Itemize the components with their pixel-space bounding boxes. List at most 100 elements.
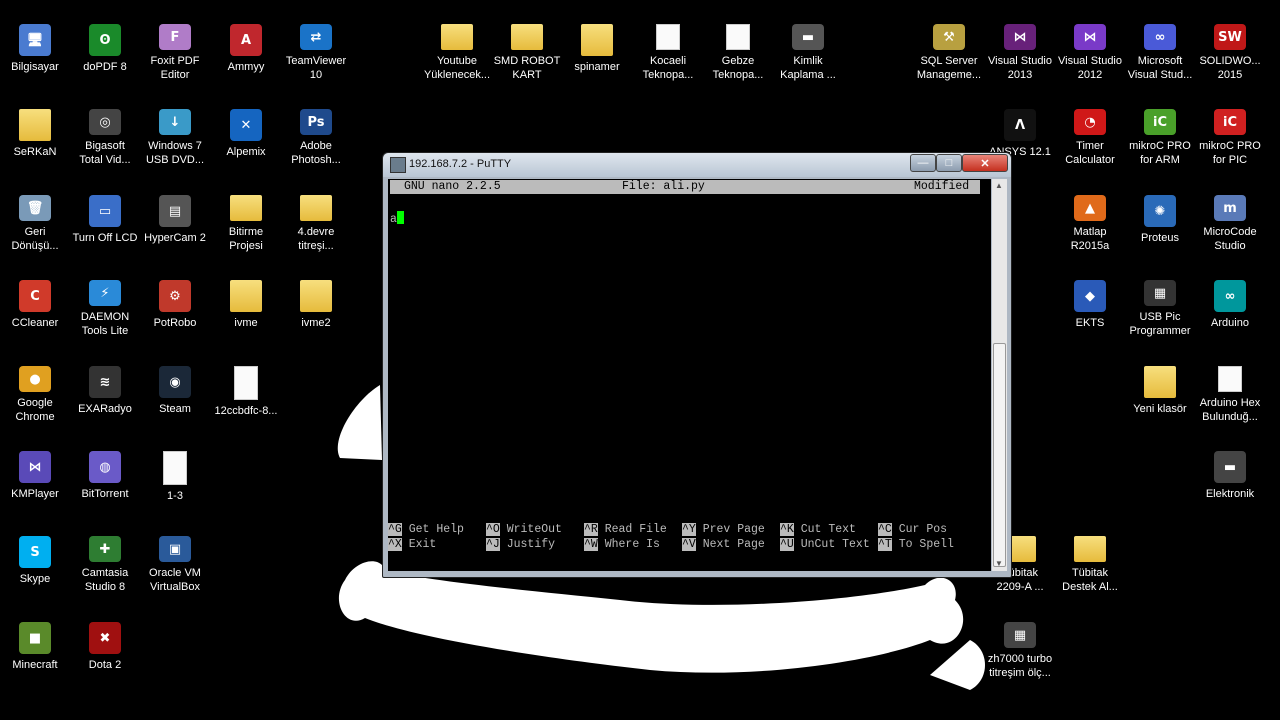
desktop-icon[interactable]: 🖥 Bilgisayar xyxy=(0,0,70,82)
desktop-icon[interactable]: Youtube Yüklenecek... xyxy=(422,0,492,82)
desktop-icon[interactable]: ⋈ KMPlayer xyxy=(0,427,70,509)
desktop-icon[interactable]: C CCleaner xyxy=(0,256,70,338)
desktop-icon[interactable]: ◉ Steam xyxy=(140,342,210,424)
nano-shortcut: ^T To Spell xyxy=(878,538,954,551)
desktop-icon[interactable]: ▬ Kimlik Kaplama ... xyxy=(773,0,843,82)
maximize-button[interactable]: □ xyxy=(936,154,962,172)
mikroc-arm-icon: iC xyxy=(1144,109,1176,135)
chip-icon: ▦ xyxy=(1144,280,1176,306)
desktop-icon[interactable]: iC mikroC PRO for PIC xyxy=(1195,85,1265,167)
desktop-icon[interactable]: ʘ doPDF 8 xyxy=(70,0,140,82)
desktop-icon[interactable]: ⚙ PotRobo xyxy=(140,256,210,338)
shortcut-label: Where Is xyxy=(597,538,660,551)
document-icon xyxy=(656,24,680,50)
desktop-icon-label: MicroCode Studio xyxy=(1203,226,1257,252)
desktop-icon[interactable]: ▦ USB Pic Programmer xyxy=(1125,256,1195,338)
shortcut-label: Next Page xyxy=(695,538,765,551)
terminal-area[interactable]: GNU nano 2.2.5 File: ali.py Modified a ^… xyxy=(388,179,991,571)
desktop-icon[interactable]: Arduino Hex Bulunduğ... xyxy=(1195,342,1265,424)
desktop-icon[interactable]: ivme xyxy=(211,256,281,338)
desktop-icon[interactable]: ⋈ Visual Studio 2013 xyxy=(985,0,1055,82)
dota2-icon: ✖ xyxy=(89,622,121,654)
desktop-icon[interactable]: SMD ROBOT KART xyxy=(492,0,562,82)
ansys-icon: Λ xyxy=(1004,109,1036,141)
desktop-icon[interactable]: ⚡ DAEMON Tools Lite xyxy=(70,256,140,338)
desktop-icon[interactable]: ∞ Arduino xyxy=(1195,256,1265,338)
putty-window[interactable]: 192.168.7.2 - PuTTY — □ ✕ GNU nano 2.2.5… xyxy=(382,152,1012,578)
shortcut-key: ^X xyxy=(388,538,402,551)
scroll-down-icon[interactable]: ▼ xyxy=(995,559,1003,568)
virtualbox-icon: ▣ xyxy=(159,536,191,562)
desktop-icon[interactable]: 1-3 xyxy=(140,427,210,509)
desktop-icon[interactable]: ✕ Alpemix xyxy=(211,85,281,167)
scroll-up-icon[interactable]: ▲ xyxy=(995,181,1003,190)
desktop-icon[interactable]: 12ccbdfc-8... xyxy=(211,342,281,424)
nano-shortcut: ^C Cur Pos xyxy=(878,523,947,536)
nano-shortcut: ^V Next Page xyxy=(682,538,765,551)
desktop-icon[interactable]: ● Google Chrome xyxy=(0,342,70,424)
desktop-icon[interactable]: Yeni klasör xyxy=(1125,342,1195,424)
desktop-icon[interactable]: ⋈ Visual Studio 2012 xyxy=(1055,0,1125,82)
desktop-icon[interactable]: ◔ Timer Calculator xyxy=(1055,85,1125,167)
desktop-icon[interactable]: iC mikroC PRO for ARM xyxy=(1125,85,1195,167)
steam-icon: ◉ xyxy=(159,366,191,398)
desktop-icon[interactable]: ✖ Dota 2 xyxy=(70,598,140,680)
desktop-icon[interactable]: ▤ HyperCam 2 xyxy=(140,171,210,253)
nano-filename: File: ali.py xyxy=(622,180,705,193)
desktop-icon[interactable]: Kocaeli Teknopa... xyxy=(633,0,703,82)
desktop-icon-label: Adobe Photosh... xyxy=(291,140,341,166)
desktop-icon[interactable]: ∞ Microsoft Visual Stud... xyxy=(1125,0,1195,82)
desktop-icon[interactable]: ▬ Elektronik xyxy=(1195,427,1265,509)
mikroc-pic-icon: iC xyxy=(1214,109,1246,135)
desktop-icon[interactable]: ▭ Turn Off LCD xyxy=(70,171,140,253)
desktop-icon[interactable]: A Ammyy xyxy=(211,0,281,82)
desktop-icon[interactable]: F Foxit PDF Editor xyxy=(140,0,210,82)
desktop-icon[interactable]: Gebze Teknopa... xyxy=(703,0,773,82)
close-button[interactable]: ✕ xyxy=(962,154,1008,172)
desktop-icon[interactable]: ≋ EXARadyo xyxy=(70,342,140,424)
desktop-icon[interactable]: ■ Minecraft xyxy=(0,598,70,680)
desktop-icon[interactable]: ▣ Oracle VM VirtualBox xyxy=(140,512,210,594)
desktop-icon[interactable]: SW SOLIDWO... 2015 xyxy=(1195,0,1265,82)
desktop-icon-label: ivme2 xyxy=(301,317,331,329)
desktop-icon[interactable]: m MicroCode Studio xyxy=(1195,171,1265,253)
scrollbar-thumb[interactable] xyxy=(993,343,1006,567)
desktop-icon[interactable]: S Skype xyxy=(0,512,70,594)
shortcut-label: Exit xyxy=(401,538,437,551)
kmplayer-icon: ⋈ xyxy=(19,451,51,483)
desktop-icon[interactable]: ✚ Camtasia Studio 8 xyxy=(70,512,140,594)
desktop-icon[interactable]: ↓ Windows 7 USB DVD... xyxy=(140,85,210,167)
desktop-icon[interactable]: ⚒ SQL Server Manageme... xyxy=(914,0,984,82)
desktop-icon[interactable]: ▦ zh7000 turbo titreşim ölç... xyxy=(985,598,1055,680)
vertical-scrollbar[interactable]: ▲ ▼ xyxy=(992,179,1007,571)
shortcut-key: ^G xyxy=(388,523,402,536)
editor-line[interactable]: a xyxy=(390,211,404,226)
desktop-icon[interactable]: ✺ Proteus xyxy=(1125,171,1195,253)
desktop-icon[interactable]: 🗑 Geri Dönüşü... xyxy=(0,171,70,253)
desktop-icon[interactable]: ◎ Bigasoft Total Vid... xyxy=(70,85,140,167)
desktop-icon-label: Arduino xyxy=(1211,317,1249,329)
chrome-icon: ● xyxy=(19,366,51,392)
minimize-button[interactable]: — xyxy=(910,154,936,172)
desktop-icon[interactable]: spinamer xyxy=(562,0,632,82)
desktop-icon[interactable]: ◆ EKTS xyxy=(1055,256,1125,338)
title-bar[interactable]: 192.168.7.2 - PuTTY — □ ✕ xyxy=(383,153,1011,177)
desktop-icon[interactable]: ⇄ TeamViewer 10 xyxy=(281,0,351,82)
window-title: 192.168.7.2 - PuTTY xyxy=(409,158,512,170)
shortcut-label: Cut Text xyxy=(793,523,856,536)
desktop-icon[interactable]: Tübitak Destek Al... xyxy=(1055,512,1125,594)
desktop-icon[interactable]: Bitirme Projesi xyxy=(211,171,281,253)
minecraft-icon: ■ xyxy=(19,622,51,654)
desktop-icon[interactable]: Ps Adobe Photosh... xyxy=(281,85,351,167)
desktop-icon[interactable]: ◍ BitTorrent xyxy=(70,427,140,509)
desktop-icon-label: mikroC PRO for PIC xyxy=(1199,140,1261,166)
putty-icon[interactable] xyxy=(390,157,406,173)
desktop-icon-label: 1-3 xyxy=(167,490,183,502)
desktop-icon[interactable]: 4.devre titreşi... xyxy=(281,171,351,253)
shortcut-key: ^J xyxy=(486,538,500,551)
shortcut-label: Prev Page xyxy=(695,523,765,536)
file-icon xyxy=(234,366,258,400)
desktop-icon[interactable]: ▲ Matlap R2015a xyxy=(1055,171,1125,253)
desktop-icon[interactable]: ivme2 xyxy=(281,256,351,338)
desktop-icon[interactable]: SeRKaN xyxy=(0,85,70,167)
